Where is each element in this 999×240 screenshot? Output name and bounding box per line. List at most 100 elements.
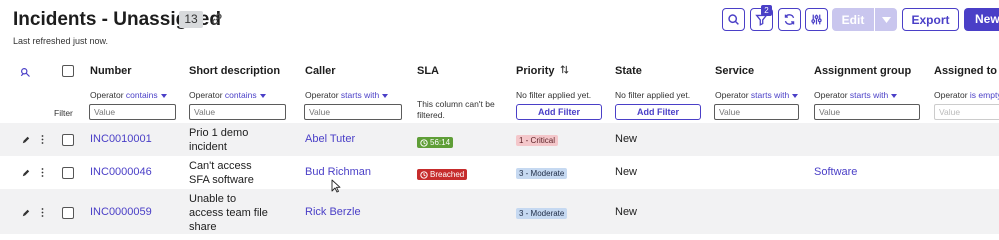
short-description-line: SFA software	[189, 174, 254, 186]
record-count-badge: 13	[179, 11, 203, 28]
row-checkbox[interactable]	[62, 167, 74, 179]
operator-value: is empty	[969, 90, 999, 100]
state-cell: New	[615, 206, 638, 218]
filter-button[interactable]: 2	[750, 5, 773, 31]
column-header-assigned-to[interactable]: Assigned to	[934, 65, 999, 77]
settings-sliders-icon	[811, 14, 822, 25]
incident-number-link[interactable]: INC0000059	[90, 206, 152, 218]
service-operator[interactable]: Operator starts with	[715, 90, 799, 100]
priority-header-label: Priority	[516, 65, 555, 77]
kebab-icon[interactable]	[41, 168, 44, 177]
column-header-caller[interactable]: Caller	[305, 65, 336, 77]
short-description-line: incident	[189, 141, 227, 153]
assignment-group-filter-input[interactable]: Value	[814, 104, 920, 120]
incident-number-link[interactable]: INC0000046	[90, 166, 152, 178]
chevron-down-icon	[792, 93, 799, 98]
caller-link[interactable]: Rick Berzle	[305, 206, 361, 218]
short-description-operator[interactable]: Operator contains	[189, 90, 266, 100]
assigned-to-operator[interactable]: Operator is empty	[934, 90, 999, 100]
column-header-sla[interactable]: SLA	[417, 65, 439, 77]
sla-badge: 56:14	[417, 137, 454, 148]
personalize-icon[interactable]	[19, 66, 31, 78]
assigned-to-header-label: Assigned to	[934, 65, 997, 77]
table-row[interactable]: INC0010001 Prio 1 demo incident Abel Tut…	[0, 123, 999, 156]
short-description-filter-input[interactable]: Value	[189, 104, 286, 120]
sla-filter-note: This column can't be filtered.	[417, 99, 495, 120]
row-checkbox[interactable]	[62, 207, 74, 219]
state-no-filter-text: No filter applied yet.	[615, 90, 691, 100]
assigned-to-filter-input[interactable]: Value	[934, 104, 999, 120]
priority-badge: 3 - Moderate	[516, 208, 568, 219]
caller-link[interactable]: Abel Tuter	[305, 133, 355, 145]
column-header-number[interactable]: Number	[90, 65, 132, 77]
sla-badge: Breached	[417, 169, 468, 180]
mouse-cursor-icon	[331, 179, 341, 193]
edit-menu-button[interactable]	[875, 8, 897, 31]
short-description-line: Prio 1 demo	[189, 127, 249, 139]
chevron-down-icon	[382, 93, 389, 98]
chevron-down-icon	[259, 93, 266, 98]
incident-number-link[interactable]: INC0010001	[90, 133, 152, 145]
assignment-group-operator[interactable]: Operator starts with	[814, 90, 898, 100]
pencil-icon[interactable]	[22, 136, 30, 144]
priority-badge: 3 - Moderate	[516, 168, 568, 179]
operator-prefix: Operator	[90, 90, 124, 100]
state-cell: New	[615, 133, 638, 145]
operator-value: starts with	[750, 90, 790, 100]
search-icon	[728, 14, 739, 25]
short-description-line: share	[189, 221, 217, 233]
alert-clock-icon	[420, 170, 428, 179]
operator-value: contains	[125, 90, 158, 100]
operator-prefix: Operator	[715, 90, 749, 100]
caller-operator[interactable]: Operator starts with	[305, 90, 389, 100]
sla-value: Breached	[430, 170, 465, 179]
state-cell: New	[615, 166, 638, 178]
column-header-assignment-group[interactable]: Assignment group	[814, 65, 911, 77]
last-refreshed-text: Last refreshed just now.	[13, 36, 109, 46]
caller-link[interactable]: Bud Richman	[305, 166, 371, 178]
link-icon[interactable]	[210, 12, 224, 26]
state-add-filter-button[interactable]: Add Filter	[615, 104, 701, 120]
export-button[interactable]: Export	[902, 8, 959, 31]
pencil-icon[interactable]	[22, 209, 30, 217]
short-description-line: Can't access	[189, 160, 252, 172]
operator-prefix: Operator	[934, 90, 968, 100]
operator-value: starts with	[849, 90, 889, 100]
search-button[interactable]	[722, 8, 745, 31]
operator-prefix: Operator	[814, 90, 848, 100]
short-description-line: Unable to	[189, 193, 237, 205]
select-all-checkbox[interactable]	[62, 65, 74, 77]
short-description-cell: Unable to access team file share	[189, 192, 268, 234]
column-header-service[interactable]: Service	[715, 65, 754, 77]
short-description-cell: Can't access SFA software	[189, 159, 254, 187]
column-header-priority[interactable]: Priority	[516, 65, 569, 77]
priority-no-filter-text: No filter applied yet.	[516, 90, 592, 100]
list-header: Incidents - Unassigned 13 Last refreshed…	[0, 0, 999, 50]
service-filter-input[interactable]: Value	[714, 104, 799, 120]
column-header-state[interactable]: State	[615, 65, 642, 77]
priority-badge: 1 - Critical	[516, 135, 559, 146]
edit-button[interactable]: Edit	[832, 8, 874, 31]
operator-value: contains	[224, 90, 257, 100]
short-description-line: access team file	[189, 207, 268, 219]
assignment-group-link[interactable]: Software	[814, 166, 857, 178]
short-description-cell: Prio 1 demo incident	[189, 126, 248, 154]
sort-icon[interactable]	[560, 65, 569, 74]
table-row[interactable]: INC0000059 Unable to access team file sh…	[0, 189, 999, 234]
chevron-down-icon	[891, 93, 898, 98]
priority-add-filter-button[interactable]: Add Filter	[516, 104, 602, 120]
table-row[interactable]: INC0000046 Can't access SFA software Bud…	[0, 156, 999, 189]
number-operator[interactable]: Operator contains	[90, 90, 167, 100]
chevron-down-icon	[881, 16, 891, 23]
pencil-icon[interactable]	[22, 169, 30, 177]
refresh-button[interactable]	[778, 8, 801, 31]
row-checkbox[interactable]	[62, 134, 74, 146]
column-header-short-description[interactable]: Short description	[189, 65, 280, 77]
list-settings-button[interactable]	[805, 8, 828, 31]
new-button[interactable]: New	[964, 8, 999, 31]
kebab-icon[interactable]	[41, 208, 44, 217]
caller-filter-input[interactable]: Value	[304, 104, 402, 120]
sla-value: 56:14	[430, 138, 451, 147]
number-filter-input[interactable]: Value	[89, 104, 176, 120]
kebab-icon[interactable]	[41, 135, 44, 144]
